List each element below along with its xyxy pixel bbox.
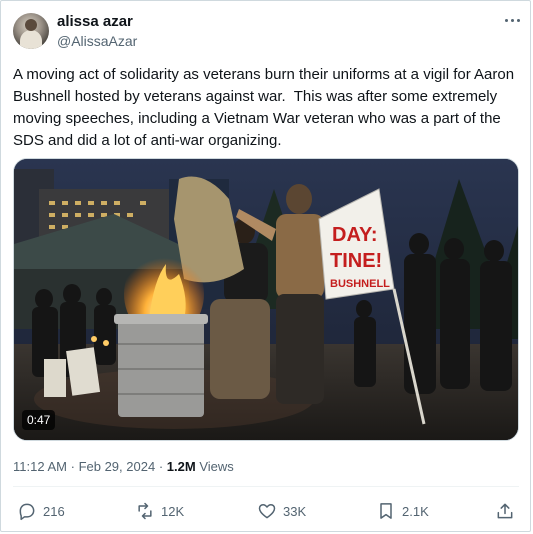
sign-text-line-1: DAY:	[332, 224, 378, 246]
sign-text-line-2: TINE!	[330, 250, 382, 272]
video-frame: DAY: TINE! BUSHNELL	[14, 159, 518, 440]
author-handle[interactable]: @AlissaAzar	[57, 32, 137, 50]
repost-count: 12K	[161, 503, 185, 519]
author-name[interactable]: alissa azar	[57, 13, 133, 31]
more-icon[interactable]	[501, 11, 523, 29]
views-label: Views	[199, 459, 234, 474]
views-count: 1.2M	[166, 459, 196, 474]
reply-icon	[19, 503, 35, 521]
video-duration: 0:47	[22, 410, 56, 430]
tweet-text: A moving act of solidarity as veterans b…	[13, 66, 519, 149]
bookmark-icon	[380, 503, 392, 519]
sign-text-line-3: BUSHNELL	[330, 278, 390, 290]
share-icon	[497, 503, 513, 519]
meta-separator: ·	[70, 459, 75, 474]
tweet-meta: 11:12 AM · Feb 29, 2024 · 1.2M Views	[13, 458, 234, 476]
share-button[interactable]	[495, 501, 521, 521]
like-button[interactable]: 33K	[257, 501, 306, 521]
meta-separator-2: ·	[158, 459, 164, 474]
like-count: 33K	[283, 503, 307, 519]
reply-count: 216	[43, 503, 65, 519]
repost-icon	[138, 502, 152, 520]
tweet-time[interactable]: 11:12 AM	[13, 459, 67, 474]
video-player[interactable]: DAY: TINE! BUSHNELL 0:47	[13, 158, 519, 441]
divider	[13, 486, 519, 487]
tweet-date[interactable]: Feb 29, 2024	[79, 459, 156, 474]
bookmark-count: 2.1K	[402, 503, 429, 519]
bookmark-button[interactable]: 2.1K	[376, 501, 429, 521]
avatar[interactable]	[13, 13, 49, 49]
tweet-card[interactable]: alissa azar @AlissaAzar A moving act of …	[0, 0, 531, 532]
like-icon	[258, 504, 276, 519]
repost-button[interactable]: 12K	[135, 501, 184, 521]
reply-button[interactable]: 216	[17, 501, 65, 521]
